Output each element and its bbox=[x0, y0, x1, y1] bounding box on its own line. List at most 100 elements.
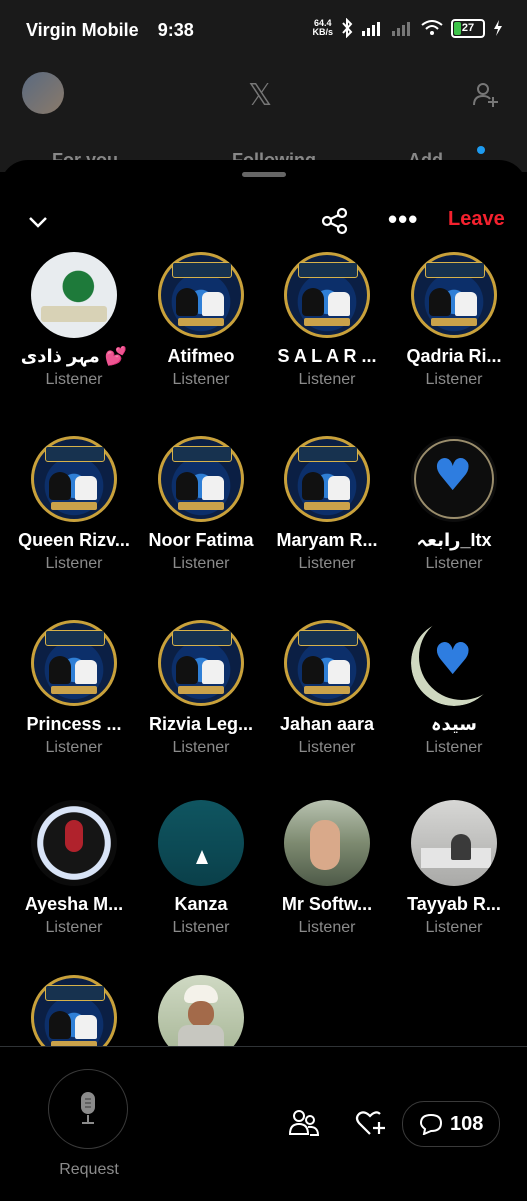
participant-card[interactable]: Maryam R... Listener bbox=[264, 436, 390, 573]
chevron-down-icon[interactable] bbox=[26, 210, 50, 234]
status-right: 64.4 KB/s 27 bbox=[312, 18, 503, 38]
participant-card[interactable]: مہر ذادی 💕 Listener bbox=[11, 252, 137, 389]
replies-button[interactable]: 108 bbox=[402, 1101, 500, 1147]
drag-handle[interactable] bbox=[242, 172, 286, 177]
participant-name: سیدہ bbox=[431, 714, 477, 734]
blue-heart-avatar[interactable]: ♥ bbox=[411, 436, 497, 522]
status-bar: Virgin Mobile 9:38 64.4 KB/s 27 bbox=[0, 0, 527, 62]
participant-role: Listener bbox=[425, 371, 483, 388]
bottom-bar: Request 108 bbox=[0, 1046, 527, 1201]
participant-role: Listener bbox=[172, 919, 230, 936]
emblem-avatar[interactable] bbox=[411, 252, 497, 338]
participant-card[interactable]: Noor Fatima Listener bbox=[138, 436, 264, 573]
participant-name: مہر ذادی 💕 bbox=[20, 346, 128, 366]
participant-card[interactable]: Atifmeo Listener bbox=[138, 252, 264, 389]
app-header: 𝕏 For you Following Add bbox=[0, 62, 527, 172]
participant-role: Listener bbox=[298, 371, 356, 388]
participant-role: Listener bbox=[45, 739, 103, 756]
participant-name: Jahan aara bbox=[279, 714, 375, 734]
emblem-avatar[interactable] bbox=[31, 975, 117, 1046]
photo-avatar[interactable] bbox=[284, 800, 370, 886]
participant-role: Listener bbox=[425, 739, 483, 756]
request-mic-button[interactable] bbox=[48, 1069, 128, 1149]
participant-name: رابعہ_Itx bbox=[416, 530, 492, 550]
participant-card[interactable]: Qadria Ri... Listener bbox=[391, 252, 517, 389]
network-speed-unit: KB/s bbox=[312, 27, 333, 37]
emblem-avatar[interactable] bbox=[158, 252, 244, 338]
participant-card[interactable]: ♥ سیدہ Listener bbox=[391, 620, 517, 757]
microphone-icon bbox=[81, 1092, 95, 1124]
participant-card[interactable]: S A L A R ... Listener bbox=[264, 252, 390, 389]
participant-name: Mr Softw... bbox=[281, 894, 373, 914]
sea-boat-avatar[interactable] bbox=[158, 800, 244, 886]
participant-name: Princess ... bbox=[26, 714, 122, 734]
emblem-avatar[interactable] bbox=[31, 436, 117, 522]
participant-name: Queen Rizv... bbox=[18, 530, 130, 550]
emblem-avatar[interactable] bbox=[31, 620, 117, 706]
participant-name: Tayyab R... bbox=[407, 894, 501, 914]
emblem-avatar[interactable] bbox=[284, 620, 370, 706]
comment-icon bbox=[419, 1113, 443, 1135]
participant-card[interactable] bbox=[11, 975, 137, 1046]
participant-role: Listener bbox=[425, 555, 483, 572]
participant-name: Kanza bbox=[174, 894, 228, 914]
emblem-avatar[interactable] bbox=[158, 436, 244, 522]
people-icon[interactable] bbox=[288, 1107, 320, 1139]
request-label: Request bbox=[59, 1161, 119, 1178]
participant-role: Listener bbox=[298, 555, 356, 572]
emblem-avatar[interactable] bbox=[158, 620, 244, 706]
leave-button[interactable]: Leave bbox=[448, 208, 505, 231]
participant-name: Rizvia Leg... bbox=[148, 714, 254, 734]
share-icon[interactable] bbox=[320, 206, 350, 236]
participant-name: Atifmeo bbox=[167, 346, 235, 366]
wifi-icon bbox=[421, 20, 443, 35]
add-user-icon[interactable] bbox=[471, 80, 499, 108]
charging-icon bbox=[494, 20, 502, 36]
carrier-name: Virgin Mobile bbox=[26, 20, 139, 40]
signal-icon bbox=[362, 22, 380, 36]
bluetooth-icon bbox=[342, 18, 353, 38]
photo-avatar[interactable] bbox=[31, 800, 117, 886]
photo-avatar[interactable] bbox=[411, 800, 497, 886]
clock: 9:38 bbox=[157, 20, 194, 40]
participants-grid: مہر ذادی 💕 Listener Atifmeo Listener S A L A… bbox=[0, 248, 527, 1046]
participant-name: Ayesha M... bbox=[24, 894, 124, 914]
participant-card[interactable] bbox=[138, 975, 264, 1046]
blue-heart-moon-avatar[interactable]: ♥ bbox=[411, 620, 497, 706]
participant-role: Listener bbox=[172, 739, 230, 756]
profile-avatar[interactable] bbox=[22, 72, 64, 114]
heart-plus-icon[interactable] bbox=[354, 1107, 386, 1139]
x-logo-icon: 𝕏 bbox=[248, 78, 273, 113]
participant-card[interactable]: Rizvia Leg... Listener bbox=[138, 620, 264, 757]
participant-name: Maryam R... bbox=[276, 530, 378, 550]
participant-card[interactable]: Princess ... Listener bbox=[11, 620, 137, 757]
status-left: Virgin Mobile 9:38 bbox=[26, 20, 208, 41]
participant-role: Listener bbox=[298, 739, 356, 756]
participant-card[interactable]: Queen Rizv... Listener bbox=[11, 436, 137, 573]
participant-role: Listener bbox=[172, 371, 230, 388]
participant-card[interactable]: Tayyab R... Listener bbox=[391, 800, 517, 937]
emblem-avatar[interactable] bbox=[284, 252, 370, 338]
participant-card[interactable]: Jahan aara Listener bbox=[264, 620, 390, 757]
space-sheet: ••• Leave مہر ذادی 💕 Listener Atifmeo Liste… bbox=[0, 160, 527, 1200]
emblem-avatar[interactable] bbox=[284, 436, 370, 522]
participant-card[interactable]: Kanza Listener bbox=[138, 800, 264, 937]
network-speed: 64.4 KB/s bbox=[312, 19, 333, 37]
green-dome-avatar[interactable] bbox=[31, 252, 117, 338]
participant-name: S A L A R ... bbox=[277, 346, 377, 366]
participant-card[interactable]: Mr Softw... Listener bbox=[264, 800, 390, 937]
participant-role: Listener bbox=[45, 919, 103, 936]
battery-icon: 27 bbox=[451, 18, 485, 38]
participant-card[interactable]: ♥ رابعہ_Itx Listener bbox=[391, 436, 517, 573]
more-options-icon[interactable]: ••• bbox=[388, 204, 418, 235]
participant-role: Listener bbox=[298, 919, 356, 936]
participant-role: Listener bbox=[45, 371, 103, 388]
participant-role: Listener bbox=[172, 555, 230, 572]
reply-count: 108 bbox=[450, 1113, 484, 1135]
signal-2-icon bbox=[392, 22, 410, 36]
participant-role: Listener bbox=[45, 555, 103, 572]
photo-avatar[interactable] bbox=[158, 975, 244, 1046]
participant-name: Qadria Ri... bbox=[406, 346, 502, 366]
participant-role: Listener bbox=[425, 919, 483, 936]
participant-card[interactable]: Ayesha M... Listener bbox=[11, 800, 137, 937]
